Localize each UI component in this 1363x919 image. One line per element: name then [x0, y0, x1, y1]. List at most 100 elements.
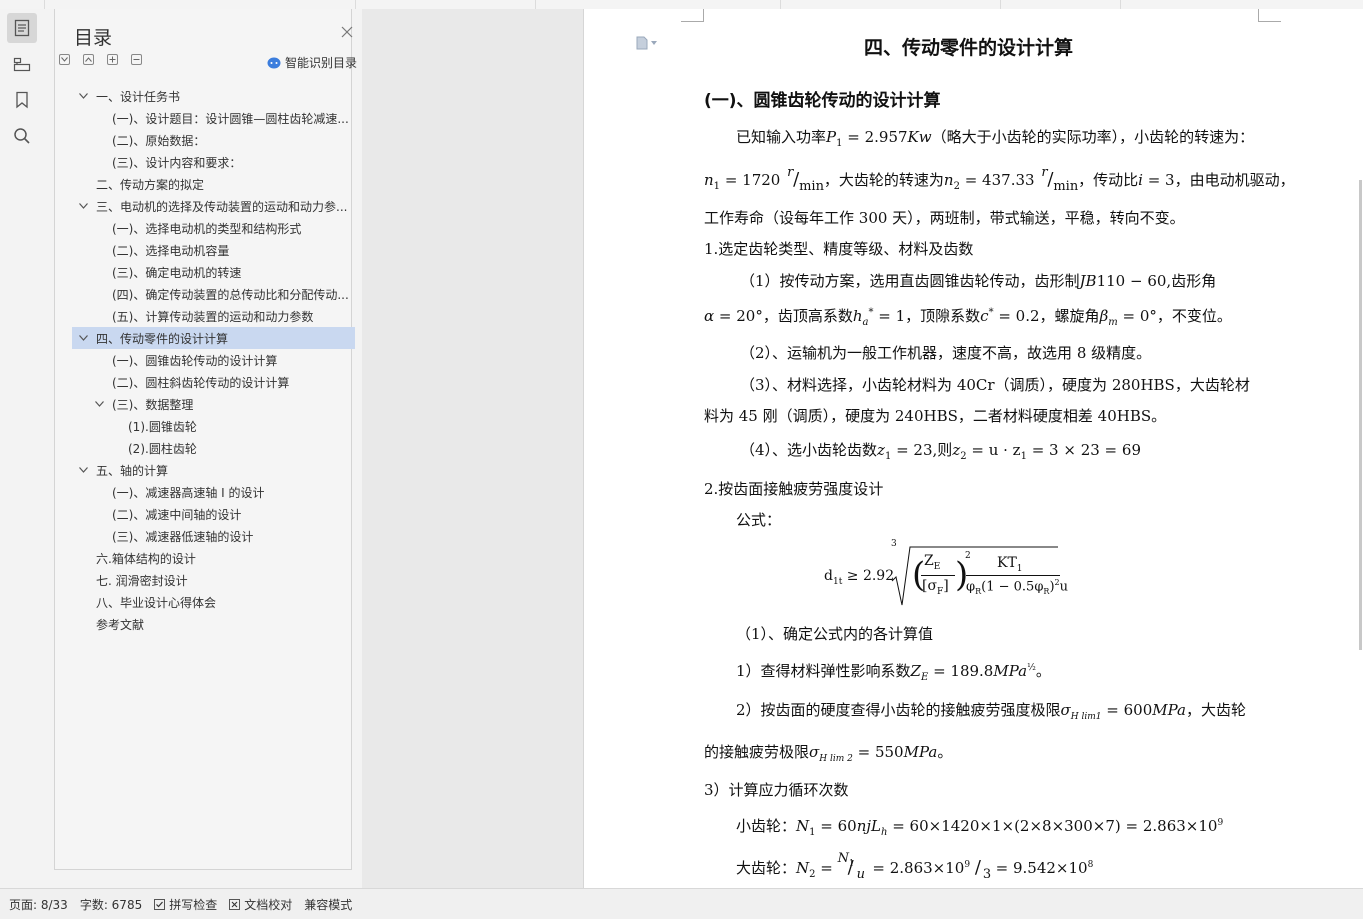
toc-item[interactable]: (三)、减速器低速轴的设计: [72, 525, 355, 547]
toc-item-label: 六.箱体结构的设计: [96, 551, 196, 566]
toc-item-label: (四)、确定传动装置的总传动比和分配传动...: [112, 287, 349, 302]
toc-expand-toggle[interactable]: [76, 467, 90, 473]
paragraph: （1）、确定公式内的各计算值: [736, 625, 934, 643]
toc-expand-toggle[interactable]: [92, 401, 106, 407]
toc-item[interactable]: (1).圆锥齿轮: [72, 415, 355, 437]
toc-item[interactable]: (一)、圆锥齿轮传动的设计计算: [72, 349, 355, 371]
nav-icon-bar: [0, 9, 45, 888]
toc-expand-toggle[interactable]: [76, 335, 90, 341]
toc-item[interactable]: (一)、选择电动机的类型和结构形式: [72, 217, 355, 239]
paragraph: 2）按齿面的硬度查得小齿轮的接触疲劳强度极限σH lim1 = 600MPa，大…: [736, 701, 1247, 722]
page-count[interactable]: 页面: 8/33: [9, 896, 68, 913]
toc-item-label: (二)、圆柱斜齿轮传动的设计计算: [112, 375, 290, 390]
unit-fraction: r / min: [787, 165, 824, 194]
compat-mode-label: 兼容模式: [304, 897, 353, 912]
paragraph: 公式：: [736, 511, 782, 529]
fraction: N1/u: [837, 851, 865, 882]
chevron-down-icon: [78, 93, 88, 99]
toc-item-label: (三)、减速器低速轴的设计: [112, 529, 254, 544]
chevron-down-icon: [94, 401, 104, 407]
section-step: 1.选定齿轮类型、精度等级、材料及齿数: [704, 240, 974, 258]
toc-item[interactable]: (三)、设计内容和要求：: [72, 151, 355, 173]
toc-expand-toggle[interactable]: [76, 93, 90, 99]
section-step: 2.按齿面接触疲劳强度设计: [704, 480, 884, 498]
chevron-down-icon: [78, 335, 88, 341]
paragraph: 已知输入功率P1 = 2.957Kw（略大于小齿轮的实际功率），小齿轮的转速为：: [736, 128, 1255, 149]
status-bar: 页面: 8/33 字数: 6785 拼写检查 文档校对 兼容模式: [0, 888, 1363, 919]
word-count[interactable]: 字数: 6785: [80, 896, 142, 913]
collapse-all-button[interactable]: [83, 54, 94, 65]
unit-fraction: r / min: [1041, 165, 1079, 194]
toc-expand-toggle[interactable]: [76, 203, 90, 209]
spell-check-button[interactable]: 拼写检查: [154, 896, 217, 913]
toc-item-label: (一)、圆锥齿轮传动的设计计算: [112, 353, 278, 368]
remove-heading-button[interactable]: [131, 54, 142, 65]
toc-item[interactable]: (四)、确定传动装置的总传动比和分配传动...: [72, 283, 355, 305]
toc-item[interactable]: 三、电动机的选择及传动装置的运动和动力参...: [72, 195, 355, 217]
top-strip-divider: [44, 0, 45, 9]
paragraph: （3）、材料选择，小齿轮材料为 40Cr（调质），硬度为 280HBS，大齿轮材: [740, 376, 1250, 394]
toc-item[interactable]: (二)、原始数据：: [72, 129, 355, 151]
toc-item-label: (一)、减速器高速轴 I 的设计: [112, 485, 265, 500]
paragraph: （4）、选小齿轮齿数z1 = 23,则z2 = u · z1 = 3 × 23 …: [740, 441, 1141, 462]
close-panel-button[interactable]: [341, 26, 353, 38]
subsection-heading: (一)、圆锥齿轮传动的设计计算: [704, 91, 941, 111]
search-button[interactable]: [7, 121, 37, 151]
toc-item[interactable]: 八、毕业设计心得体会: [72, 591, 355, 613]
minus-icon: [133, 59, 140, 60]
toc-panel-box: 目录 智能识别目录 一、设计任务书 (一)、设计题目：设计圆锥—圆柱齿轮减速...…: [54, 9, 357, 870]
chevron-down-icon: [61, 57, 68, 62]
toc-item[interactable]: 七. 润滑密封设计: [72, 569, 355, 591]
toc-item-label: 四、传动零件的设计计算: [96, 331, 229, 346]
toc-item-label: (二)、原始数据：: [112, 133, 206, 148]
toc-item[interactable]: (三)、数据整理: [72, 393, 355, 415]
expand-all-button[interactable]: [59, 54, 70, 65]
toc-item[interactable]: 六.箱体结构的设计: [72, 547, 355, 569]
smart-toc-button[interactable]: 智能识别目录: [267, 54, 357, 71]
toc-item[interactable]: 一、设计任务书: [72, 85, 355, 107]
paragraph: 的接触疲劳极限σH lim 2 = 550MPa。: [704, 743, 953, 764]
document-page[interactable]: 四、传动零件的设计计算 (一)、圆锥齿轮传动的设计计算 已知输入功率P1 = 2…: [583, 9, 1363, 888]
bookmark-button[interactable]: [7, 85, 37, 115]
toc-item-label: 一、设计任务书: [96, 89, 181, 104]
paragraph-menu-button[interactable]: [636, 36, 657, 50]
workspace-gap: [362, 9, 583, 888]
toc-item[interactable]: 参考文献: [72, 613, 355, 635]
page-corner-mark: [1258, 9, 1281, 22]
page-count-label: 页面: 8/33: [9, 897, 68, 912]
chevron-down-icon: [651, 41, 657, 45]
add-heading-button[interactable]: [107, 54, 118, 65]
folder-tree-icon: [13, 57, 31, 72]
toc-item-label: 二、传动方案的拟定: [96, 177, 205, 192]
paragraph: 工作寿命（设每年工作 300 天），两班制，带式输送，平稳，转向不变。: [704, 209, 1185, 227]
toc-item-label: (三)、数据整理: [112, 397, 194, 412]
toc-item[interactable]: (二)、圆柱斜齿轮传动的设计计算: [72, 371, 355, 393]
vertical-scrollbar[interactable]: [1359, 180, 1362, 650]
chevron-down-icon: [78, 203, 88, 209]
toc-item[interactable]: (二)、选择电动机容量: [72, 239, 355, 261]
toc-item[interactable]: 二、传动方案的拟定: [72, 173, 355, 195]
toc-item[interactable]: (二)、减速中间轴的设计: [72, 503, 355, 525]
paragraph: 1）查得材料弹性影响系数ZE = 189.8MPa½。: [736, 662, 1051, 683]
toc-item[interactable]: (五)、计算传动装置的运动和动力参数: [72, 305, 355, 327]
toc-item[interactable]: 五、轴的计算: [72, 459, 355, 481]
toc-item[interactable]: (三)、确定电动机的转速: [72, 261, 355, 283]
toc-item-label: (2).圆柱齿轮: [128, 441, 197, 456]
top-strip-divider: [780, 0, 781, 9]
toc-item[interactable]: (2).圆柱齿轮: [72, 437, 355, 459]
toc-item[interactable]: 四、传动零件的设计计算: [72, 327, 355, 349]
spell-check-icon: [154, 898, 166, 910]
proofread-button[interactable]: 文档校对: [229, 896, 292, 913]
outline-tree-button[interactable]: [7, 49, 37, 79]
toc-item-label: (三)、确定电动机的转速: [112, 265, 242, 280]
fraction-bar: [966, 575, 1060, 576]
paragraph: 大齿轮：N2 = N1/u = 2.863×109 /3 = 9.542×108: [736, 851, 1094, 882]
toc-view-button[interactable]: [7, 13, 37, 43]
toc-item[interactable]: (一)、设计题目：设计圆锥—圆柱齿轮减速...: [72, 107, 355, 129]
chevron-up-icon: [85, 57, 92, 62]
paragraph: 料为 45 刚（调质），硬度为 240HBS，二者材料硬度相差 40HBS。: [704, 407, 1167, 425]
toc-item[interactable]: (一)、减速器高速轴 I 的设计: [72, 481, 355, 503]
top-strip-divider: [355, 0, 356, 9]
proofread-icon: [229, 898, 241, 910]
toc-item-label: 八、毕业设计心得体会: [96, 595, 217, 610]
